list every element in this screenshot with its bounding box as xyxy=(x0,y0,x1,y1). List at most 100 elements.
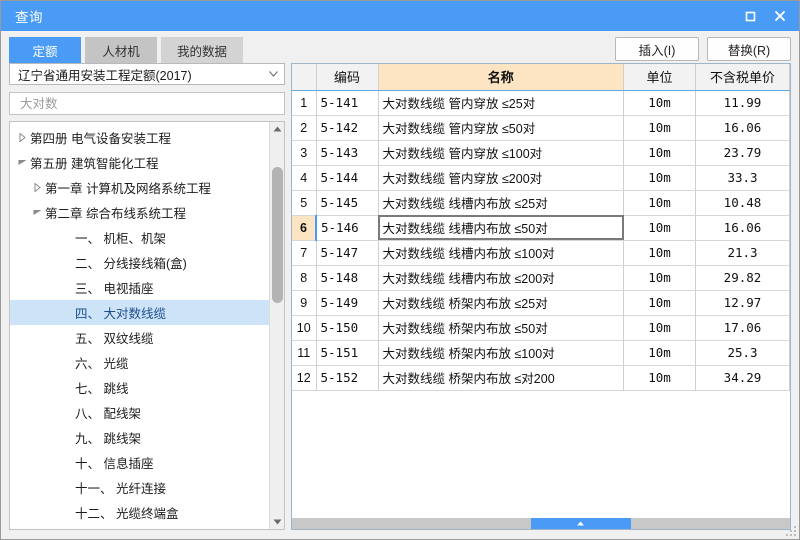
cell-unit[interactable]: 10m xyxy=(623,140,696,166)
cell-code[interactable]: 5-150 xyxy=(316,315,379,341)
cell-name[interactable]: 大对数线缆 管内穿放 ≤200对 xyxy=(378,165,624,191)
tree-item[interactable]: 二、 分线接线箱(盒) xyxy=(10,250,269,275)
cell-idx[interactable]: 9 xyxy=(292,290,317,316)
maximize-icon[interactable] xyxy=(737,4,763,28)
chevron-right-icon[interactable] xyxy=(14,132,30,142)
chevron-right-icon[interactable] xyxy=(29,182,45,192)
cell-price[interactable]: 10.48 xyxy=(695,190,790,216)
cell-price[interactable]: 34.29 xyxy=(695,365,790,391)
cell-unit[interactable]: 10m xyxy=(623,190,696,216)
cell-idx[interactable]: 10 xyxy=(292,315,317,341)
table-horizontal-scrollbar[interactable] xyxy=(292,518,790,529)
cell-price[interactable]: 29.82 xyxy=(695,265,790,291)
cell-unit[interactable]: 10m xyxy=(623,115,696,141)
cell-name[interactable]: 大对数线缆 桥架内布放 ≤25对 xyxy=(378,290,624,316)
table-row[interactable]: 1 5-141 大对数线缆 管内穿放 ≤25对 10m 11.99 xyxy=(292,90,790,116)
column-header-unit[interactable]: 单位 xyxy=(623,64,696,91)
table-row[interactable]: 8 5-148 大对数线缆 线槽内布放 ≤200对 10m 29.82 xyxy=(292,265,790,291)
cell-unit[interactable]: 10m xyxy=(623,265,696,291)
table-row[interactable]: 12 5-152 大对数线缆 桥架内布放 ≤对200 10m 34.29 xyxy=(292,365,790,391)
tree-item[interactable]: 七、 跳线 xyxy=(10,375,269,400)
cell-price[interactable]: 25.3 xyxy=(695,340,790,366)
cell-name[interactable]: 大对数线缆 桥架内布放 ≤50对 xyxy=(378,315,624,341)
cell-price[interactable]: 23.79 xyxy=(695,140,790,166)
cell-unit[interactable]: 10m xyxy=(623,365,696,391)
cell-name[interactable]: 大对数线缆 管内穿放 ≤25对 xyxy=(378,90,624,116)
table-row[interactable]: 10 5-150 大对数线缆 桥架内布放 ≤50对 10m 17.06 xyxy=(292,315,790,341)
table-row[interactable]: 7 5-147 大对数线缆 线槽内布放 ≤100对 10m 21.3 xyxy=(292,240,790,266)
search-input[interactable] xyxy=(18,95,276,112)
cell-code[interactable]: 5-147 xyxy=(316,240,379,266)
cell-price[interactable]: 33.3 xyxy=(695,165,790,191)
cell-code[interactable]: 5-151 xyxy=(316,340,379,366)
cell-code[interactable]: 5-141 xyxy=(316,90,379,116)
cell-price[interactable]: 21.3 xyxy=(695,240,790,266)
table-row[interactable]: 6 5-146 大对数线缆 线槽内布放 ≤50对 10m 16.06 xyxy=(292,215,790,241)
cell-price[interactable]: 12.97 xyxy=(695,290,790,316)
cell-price[interactable]: 16.06 xyxy=(695,115,790,141)
cell-unit[interactable]: 10m xyxy=(623,315,696,341)
tree-item[interactable]: 第二章 综合布线系统工程 xyxy=(10,200,269,225)
cell-price[interactable]: 16.06 xyxy=(695,215,790,241)
tree-item[interactable]: 四、 大对数线缆 xyxy=(10,299,269,325)
cell-code[interactable]: 5-146 xyxy=(316,215,379,241)
cell-name[interactable]: 大对数线缆 线槽内布放 ≤200对 xyxy=(378,265,624,291)
column-header-price[interactable]: 不含税单价 xyxy=(695,64,790,91)
cell-name[interactable]: 大对数线缆 线槽内布放 ≤50对 xyxy=(378,215,624,241)
chevron-down-icon[interactable] xyxy=(29,209,45,216)
cell-idx[interactable]: 2 xyxy=(292,115,317,141)
cell-name[interactable]: 大对数线缆 桥架内布放 ≤对200 xyxy=(378,365,624,391)
cell-unit[interactable]: 10m xyxy=(623,240,696,266)
tab-quota[interactable]: 定额 xyxy=(9,37,81,63)
cell-name[interactable]: 大对数线缆 管内穿放 ≤50对 xyxy=(378,115,624,141)
search-box[interactable] xyxy=(9,92,285,115)
cell-idx[interactable]: 3 xyxy=(292,140,317,166)
tree-item[interactable]: 十三、 布放尾纤 xyxy=(10,525,269,529)
tree-scroll-thumb[interactable] xyxy=(271,167,283,303)
cell-code[interactable]: 5-145 xyxy=(316,190,379,216)
cell-unit[interactable]: 10m xyxy=(623,165,696,191)
quota-tree[interactable]: 第四册 电气设备安装工程 第五册 建筑智能化工程 第一章 计算机及网络系统工程 第二章… xyxy=(10,122,269,529)
cell-idx[interactable]: 5 xyxy=(292,190,317,216)
insert-button[interactable]: 插入(I) xyxy=(615,37,699,61)
cell-unit[interactable]: 10m xyxy=(623,90,696,116)
cell-code[interactable]: 5-149 xyxy=(316,290,379,316)
table-row[interactable]: 9 5-149 大对数线缆 桥架内布放 ≤25对 10m 12.97 xyxy=(292,290,790,316)
tree-item[interactable]: 第五册 建筑智能化工程 xyxy=(10,150,269,175)
library-select[interactable]: 辽宁省通用安装工程定额(2017) xyxy=(9,63,285,86)
cell-idx[interactable]: 7 xyxy=(292,240,317,266)
scroll-down-arrow[interactable] xyxy=(270,514,285,529)
table-row[interactable]: 11 5-151 大对数线缆 桥架内布放 ≤100对 10m 25.3 xyxy=(292,340,790,366)
table-row[interactable]: 2 5-142 大对数线缆 管内穿放 ≤50对 10m 16.06 xyxy=(292,115,790,141)
table-row[interactable]: 4 5-144 大对数线缆 管内穿放 ≤200对 10m 33.3 xyxy=(292,165,790,191)
cell-name[interactable]: 大对数线缆 线槽内布放 ≤25对 xyxy=(378,190,624,216)
tree-item[interactable]: 三、 电视插座 xyxy=(10,275,269,300)
tree-scroll-track[interactable] xyxy=(270,137,285,514)
tree-item[interactable]: 十、 信息插座 xyxy=(10,450,269,475)
cell-idx[interactable]: 8 xyxy=(292,265,317,291)
cell-idx[interactable]: 4 xyxy=(292,165,317,191)
tree-item[interactable]: 九、 跳线架 xyxy=(10,425,269,450)
tree-item[interactable]: 第一章 计算机及网络系统工程 xyxy=(10,175,269,200)
cell-name[interactable]: 大对数线缆 管内穿放 ≤100对 xyxy=(378,140,624,166)
cell-unit[interactable]: 10m xyxy=(623,340,696,366)
column-header-name[interactable]: 名称 xyxy=(378,64,624,91)
close-icon[interactable] xyxy=(767,4,793,28)
cell-idx[interactable]: 11 xyxy=(292,340,317,366)
column-header-index[interactable] xyxy=(292,64,317,91)
tree-item[interactable]: 十二、 光缆终端盒 xyxy=(10,500,269,525)
tree-item[interactable]: 五、 双纹线缆 xyxy=(10,325,269,350)
table-row[interactable]: 5 5-145 大对数线缆 线槽内布放 ≤25对 10m 10.48 xyxy=(292,190,790,216)
tab-my-data[interactable]: 我的数据 xyxy=(161,37,244,63)
resize-grip[interactable] xyxy=(784,524,796,536)
cell-unit[interactable]: 10m xyxy=(623,215,696,241)
cell-idx[interactable]: 6 xyxy=(292,215,317,241)
tree-item[interactable]: 六、 光缆 xyxy=(10,350,269,375)
chevron-down-icon[interactable] xyxy=(14,159,30,166)
tree-item[interactable]: 一、 机柜、机架 xyxy=(10,225,269,250)
cell-price[interactable]: 11.99 xyxy=(695,90,790,116)
cell-code[interactable]: 5-152 xyxy=(316,365,379,391)
cell-unit[interactable]: 10m xyxy=(623,290,696,316)
cell-code[interactable]: 5-142 xyxy=(316,115,379,141)
cell-name[interactable]: 大对数线缆 桥架内布放 ≤100对 xyxy=(378,340,624,366)
